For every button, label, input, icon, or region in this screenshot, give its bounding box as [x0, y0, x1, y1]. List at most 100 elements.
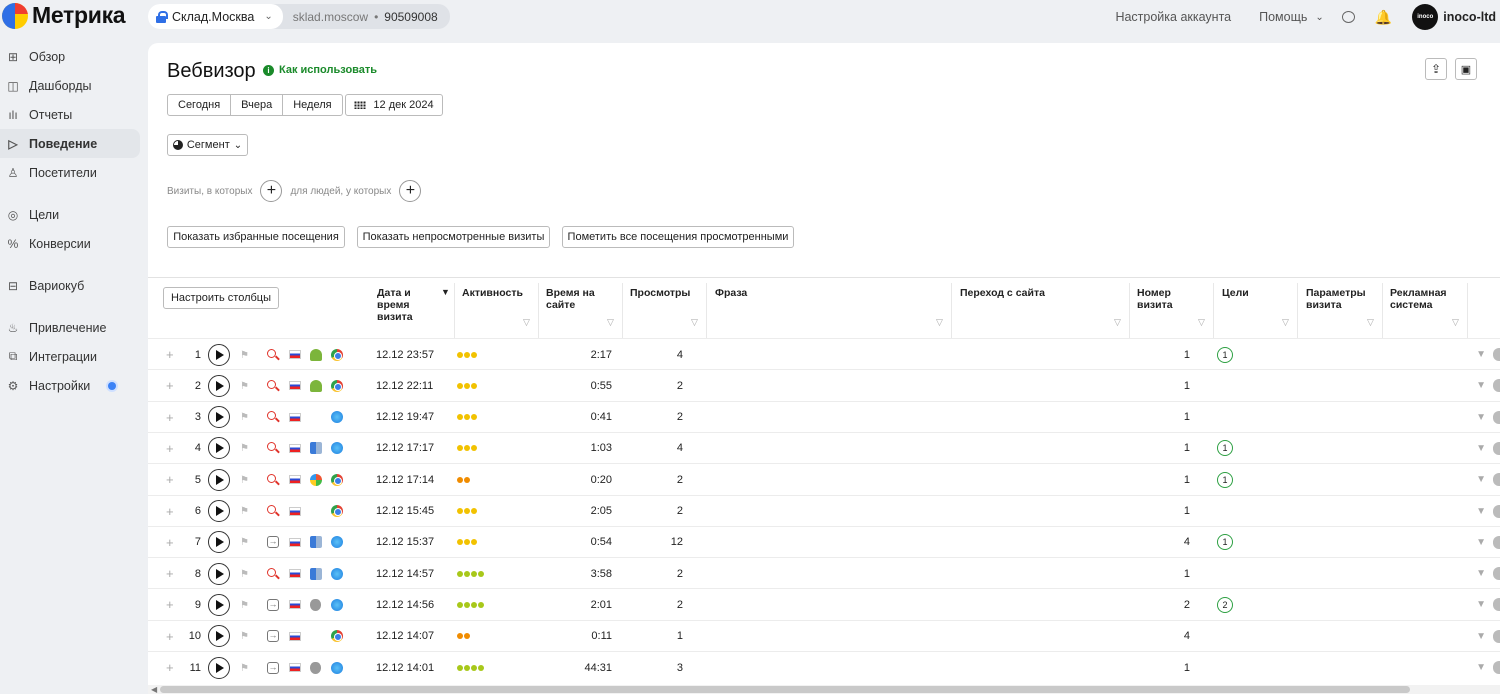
row-filter-icon[interactable]: ▼: [1476, 527, 1486, 558]
segment-button[interactable]: Сегмент ⌄: [167, 134, 248, 156]
user-name[interactable]: inoco-ltd: [1443, 10, 1496, 24]
row-filter-icon[interactable]: ▼: [1476, 652, 1486, 683]
table-row[interactable]: +10 ⚑ → 12.12 14:07 0:11 1 4 ▼: [148, 619, 1500, 652]
period-today[interactable]: Сегодня: [167, 94, 232, 116]
play-button[interactable]: [208, 593, 230, 616]
column-header[interactable]: Просмотры: [630, 287, 705, 299]
play-button[interactable]: [208, 656, 230, 679]
column-filter-icon[interactable]: ▽: [1452, 318, 1460, 327]
metrika-logo[interactable]: Метрика: [2, 2, 126, 29]
column-header[interactable]: Время на сайте: [546, 287, 606, 311]
table-row[interactable]: +11 ⚑ → 12.12 14:01 44:31 3 1 ▼: [148, 651, 1500, 682]
mark-all-viewed-button[interactable]: Пометить все посещения просмотренными: [562, 226, 794, 248]
row-filter-icon[interactable]: ▼: [1476, 370, 1486, 401]
row-filter-icon[interactable]: ▼: [1476, 402, 1486, 433]
assistant-button[interactable]: ▣: [1455, 58, 1477, 80]
sidebar-item-gear[interactable]: ⚙ Настройки: [0, 371, 140, 400]
table-row[interactable]: +6 ⚑ 12.12 15:45 2:05 2 1 ▼: [148, 494, 1500, 527]
play-button[interactable]: [208, 374, 230, 397]
how-to-use-link[interactable]: i Как использовать: [263, 64, 377, 76]
sidebar-item-user[interactable]: ♙ Посетители: [0, 158, 140, 187]
column-header[interactable]: Номер визита: [1137, 287, 1197, 311]
export-button[interactable]: ⇪: [1425, 58, 1447, 80]
table-row[interactable]: +3 ⚑ 12.12 19:47 0:41 2 1 ▼: [148, 400, 1500, 433]
sidebar-item-reports[interactable]: ılı Отчеты: [0, 100, 140, 129]
favorite-flag-icon[interactable]: ⚑: [240, 527, 250, 558]
sidebar-item-percent[interactable]: % Конверсии: [0, 229, 140, 258]
add-visit-condition-button[interactable]: +: [260, 180, 283, 202]
sidebar-item-variocube[interactable]: ⊟ Вариокуб: [0, 271, 140, 300]
column-header[interactable]: Дата и время визита: [377, 287, 437, 323]
row-filter-icon[interactable]: ▼: [1476, 621, 1486, 652]
horizontal-scrollbar[interactable]: ◀: [148, 685, 1500, 694]
sidebar-item-play-outline[interactable]: ▷ Поведение: [0, 129, 140, 158]
expand-row-button[interactable]: +: [166, 339, 174, 370]
play-button[interactable]: [208, 531, 230, 554]
row-filter-icon[interactable]: ▼: [1476, 589, 1486, 620]
sidebar-item-target[interactable]: ◎ Цели: [0, 200, 140, 229]
play-button[interactable]: [208, 500, 230, 522]
row-handle[interactable]: [1493, 441, 1500, 455]
scroll-left-icon[interactable]: ◀: [151, 685, 157, 694]
row-filter-icon[interactable]: ▼: [1476, 464, 1486, 495]
row-handle[interactable]: [1493, 473, 1500, 487]
play-button[interactable]: [208, 562, 230, 585]
column-filter-icon[interactable]: ▽: [1114, 318, 1122, 327]
column-header[interactable]: Параметры визита: [1306, 287, 1376, 311]
date-picker-button[interactable]: 12 дек 2024: [345, 94, 443, 116]
period-yesterday[interactable]: Вчера: [230, 94, 284, 116]
counter-dropdown[interactable]: Склад.Москва ⌄: [148, 4, 283, 29]
expand-row-button[interactable]: +: [166, 621, 174, 652]
favorite-flag-icon[interactable]: ⚑: [240, 370, 250, 401]
row-handle[interactable]: [1493, 504, 1500, 518]
table-row[interactable]: +4 ⚑ 12.12 17:17 1:03 4 1 1 ▼: [148, 431, 1500, 464]
column-header[interactable]: Фраза: [715, 287, 955, 299]
sidebar-item-dashboards[interactable]: ◫ Дашборды: [0, 71, 140, 100]
table-row[interactable]: +8 ⚑ 12.12 14:57 3:58 2 1 ▼: [148, 557, 1500, 588]
row-handle[interactable]: [1493, 379, 1500, 393]
expand-row-button[interactable]: +: [166, 496, 174, 527]
expand-row-button[interactable]: +: [166, 527, 174, 558]
column-filter-icon[interactable]: ▽: [1198, 318, 1206, 327]
goals-badge[interactable]: 1: [1217, 440, 1233, 457]
goals-badge[interactable]: 1: [1217, 471, 1233, 488]
favorite-flag-icon[interactable]: ⚑: [240, 558, 250, 589]
counter-selector[interactable]: Склад.Москва ⌄ sklad.moscow • 90509008: [148, 4, 450, 29]
sidebar-item-flame[interactable]: ♨ Привлечение: [0, 313, 140, 342]
row-handle[interactable]: [1493, 661, 1500, 674]
favorite-flag-icon[interactable]: ⚑: [240, 339, 250, 370]
expand-row-button[interactable]: +: [166, 652, 174, 683]
row-filter-icon[interactable]: ▼: [1476, 496, 1486, 527]
column-filter-icon[interactable]: ▽: [607, 318, 615, 327]
avatar[interactable]: inoco: [1412, 4, 1439, 30]
expand-row-button[interactable]: +: [166, 433, 174, 464]
favorite-flag-icon[interactable]: ⚑: [240, 464, 250, 495]
favorite-flag-icon[interactable]: ⚑: [240, 433, 250, 464]
table-row[interactable]: +2 ⚑ 12.12 22:11 0:55 2 1 ▼: [148, 369, 1500, 400]
row-handle[interactable]: [1493, 598, 1500, 612]
play-button[interactable]: [208, 468, 230, 491]
favorite-flag-icon[interactable]: ⚑: [240, 496, 250, 527]
play-button[interactable]: [208, 406, 230, 429]
expand-row-button[interactable]: +: [166, 370, 174, 401]
play-button[interactable]: [208, 343, 230, 366]
column-filter-icon[interactable]: ▽: [1282, 318, 1290, 327]
row-handle[interactable]: [1493, 410, 1500, 424]
row-filter-icon[interactable]: ▼: [1476, 339, 1486, 370]
row-handle[interactable]: [1493, 629, 1500, 643]
show-unviewed-button[interactable]: Показать непросмотренные визиты: [357, 226, 550, 248]
table-row[interactable]: +5 ⚑ 12.12 17:14 0:20 2 1 1 ▼: [148, 463, 1500, 494]
table-row[interactable]: +1 ⚑ 12.12 23:57 2:17 4 1 1 ▼: [148, 338, 1500, 369]
table-row[interactable]: +9 ⚑ → 12.12 14:56 2:01 2 2 2 ▼: [148, 588, 1500, 619]
expand-row-button[interactable]: +: [166, 558, 174, 589]
column-header[interactable]: Рекламная система: [1390, 287, 1460, 311]
expand-row-button[interactable]: +: [166, 402, 174, 433]
account-settings-link[interactable]: Настройка аккаунта: [1115, 10, 1231, 24]
row-filter-icon[interactable]: ▼: [1476, 433, 1486, 464]
sidebar-item-grid[interactable]: ⊞ Обзор: [0, 42, 140, 71]
goals-badge[interactable]: 1: [1217, 346, 1233, 363]
scrollbar-thumb[interactable]: [160, 686, 1410, 693]
table-row[interactable]: +7 ⚑ → 12.12 15:37 0:54 12 4 1 ▼: [148, 525, 1500, 558]
expand-row-button[interactable]: +: [166, 589, 174, 620]
show-favorites-button[interactable]: Показать избранные посещения: [167, 226, 345, 248]
